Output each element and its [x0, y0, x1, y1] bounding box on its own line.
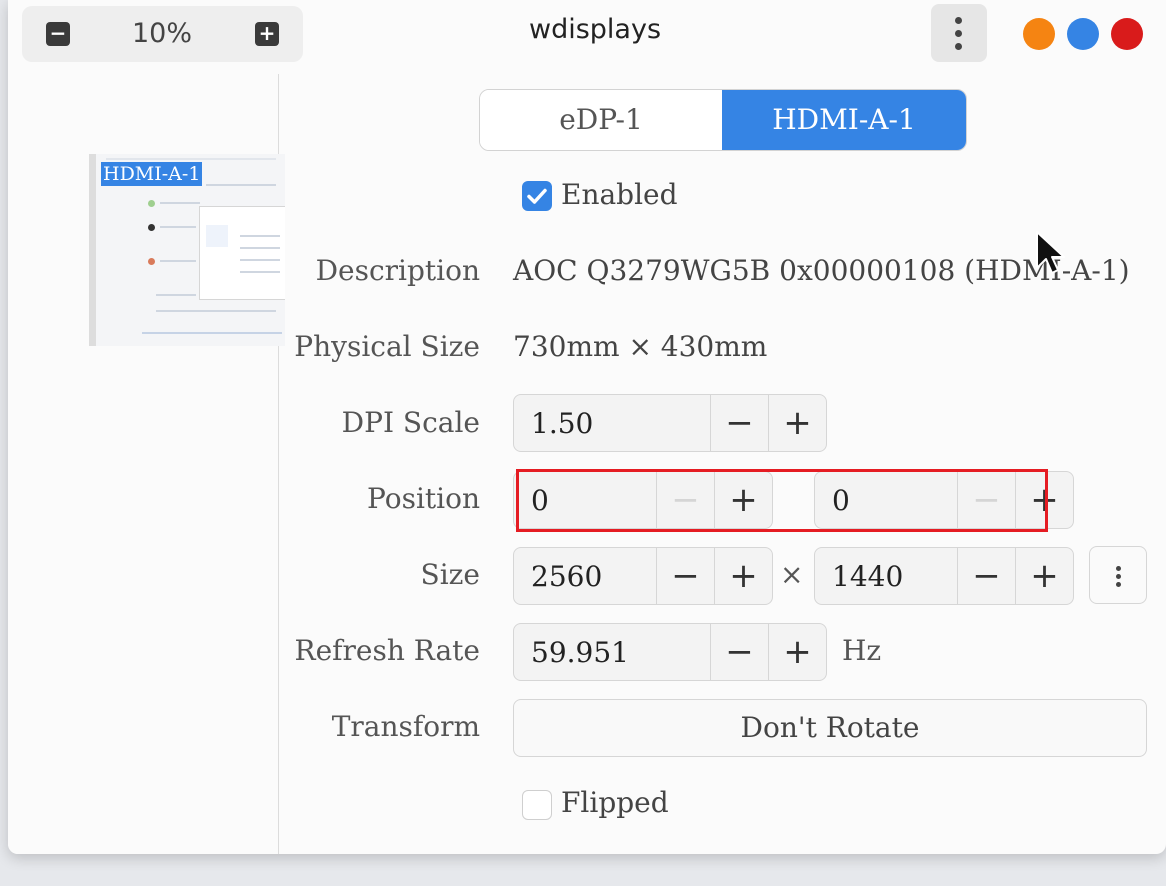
transform-label: Transform [331, 710, 480, 743]
refresh-rate-label: Refresh Rate [294, 634, 480, 667]
output-preview-label: HDMI-A-1 [101, 162, 203, 186]
mode-menu-button[interactable] [1089, 546, 1147, 604]
preview-line [206, 225, 228, 247]
preview-avatar [148, 200, 155, 207]
position-y-decrement-button[interactable]: − [957, 472, 1015, 528]
tab-hdmi-a-1[interactable]: HDMI-A-1 [722, 90, 966, 150]
size-width-spinner: 2560 − + [513, 547, 773, 605]
window-title: wdisplays [528, 14, 662, 45]
preview-line [240, 259, 280, 261]
enabled-checkbox[interactable] [522, 181, 552, 211]
refresh-rate-increment-button[interactable]: + [768, 624, 826, 680]
physical-size-label: Physical Size [294, 330, 480, 363]
size-height-spinner: 1440 − + [814, 547, 1074, 605]
dpi-scale-input[interactable]: 1.50 [531, 407, 593, 440]
position-y-spinner: 0 − + [814, 471, 1074, 529]
checkmark-icon [527, 188, 547, 204]
position-x-spinner: 0 − + [513, 471, 773, 529]
vertical-dots-icon-dot [955, 30, 962, 37]
preview-line [206, 184, 276, 186]
dpi-scale-increment-button[interactable]: + [768, 395, 826, 451]
preview-line [156, 294, 196, 296]
zoom-level: 10% [131, 18, 192, 49]
position-y-input[interactable]: 0 [832, 484, 850, 517]
preview-window [199, 206, 285, 300]
vertical-dots-icon [955, 17, 962, 24]
preview-line [240, 247, 280, 249]
size-width-increment-button[interactable]: + [714, 548, 772, 604]
zoom-in-button[interactable]: + [255, 22, 279, 46]
refresh-rate-unit: Hz [842, 634, 882, 667]
preview-tabbar [106, 158, 276, 160]
preview-line [160, 202, 200, 204]
refresh-rate-input[interactable]: 59.951 [531, 636, 629, 669]
plus-icon: + [258, 21, 276, 45]
preview-avatar [148, 258, 155, 265]
minimize-button[interactable] [1023, 18, 1055, 50]
size-height-decrement-button[interactable]: − [957, 548, 1015, 604]
zoom-out-button[interactable]: − [46, 22, 70, 46]
minus-icon: − [49, 21, 67, 45]
dpi-scale-decrement-button[interactable]: − [710, 395, 768, 451]
preview-avatar [148, 224, 155, 231]
position-y-increment-button[interactable]: + [1015, 472, 1073, 528]
preview-line [240, 235, 280, 237]
description-label: Description [315, 254, 480, 287]
zoom-control: − 10% + [22, 6, 303, 62]
dpi-scale-spinner: 1.50 − + [513, 394, 827, 452]
position-x-input[interactable]: 0 [531, 484, 549, 517]
size-label: Size [420, 558, 480, 591]
vertical-dots-icon-dot [955, 43, 962, 50]
position-x-decrement-button[interactable]: − [656, 472, 714, 528]
preview-line [160, 260, 196, 262]
output-layout-canvas[interactable]: HDMI-A-1 [8, 74, 285, 854]
vertical-dots-icon [1116, 566, 1121, 571]
position-label: Position [367, 482, 480, 515]
titlebar: − 10% + wdisplays [8, 0, 1166, 70]
output-preview-hdmi-a-1[interactable]: HDMI-A-1 [89, 154, 285, 346]
size-separator: × [780, 558, 804, 591]
flipped-label: Flipped [561, 786, 669, 819]
preview-line [240, 271, 280, 273]
refresh-rate-decrement-button[interactable]: − [710, 624, 768, 680]
dpi-scale-label: DPI Scale [341, 406, 480, 439]
position-x-increment-button[interactable]: + [714, 472, 772, 528]
preview-line [156, 310, 276, 312]
vertical-dots-icon-dot [1116, 582, 1121, 587]
size-height-increment-button[interactable]: + [1015, 548, 1073, 604]
size-height-input[interactable]: 1440 [832, 560, 903, 593]
size-width-input[interactable]: 2560 [531, 560, 602, 593]
wdisplays-window: − 10% + wdisplays HDMI-A-1 eDP-1 HDMI-A-… [8, 0, 1166, 854]
preview-line [142, 332, 282, 334]
refresh-rate-spinner: 59.951 − + [513, 623, 827, 681]
maximize-button[interactable] [1067, 18, 1099, 50]
mouse-cursor-icon [1036, 231, 1065, 274]
close-button[interactable] [1111, 18, 1143, 50]
enabled-label: Enabled [561, 178, 678, 211]
physical-size-value: 730mm × 430mm [513, 330, 768, 363]
tab-edp-1[interactable]: eDP-1 [480, 90, 722, 150]
vertical-dots-icon-dot [1116, 574, 1121, 579]
size-width-decrement-button[interactable]: − [656, 548, 714, 604]
preview-line [160, 226, 196, 228]
output-tabs: eDP-1 HDMI-A-1 [479, 89, 967, 151]
transform-dropdown[interactable]: Don't Rotate [513, 699, 1147, 757]
menu-button[interactable] [931, 4, 987, 62]
flipped-checkbox[interactable] [522, 790, 552, 820]
